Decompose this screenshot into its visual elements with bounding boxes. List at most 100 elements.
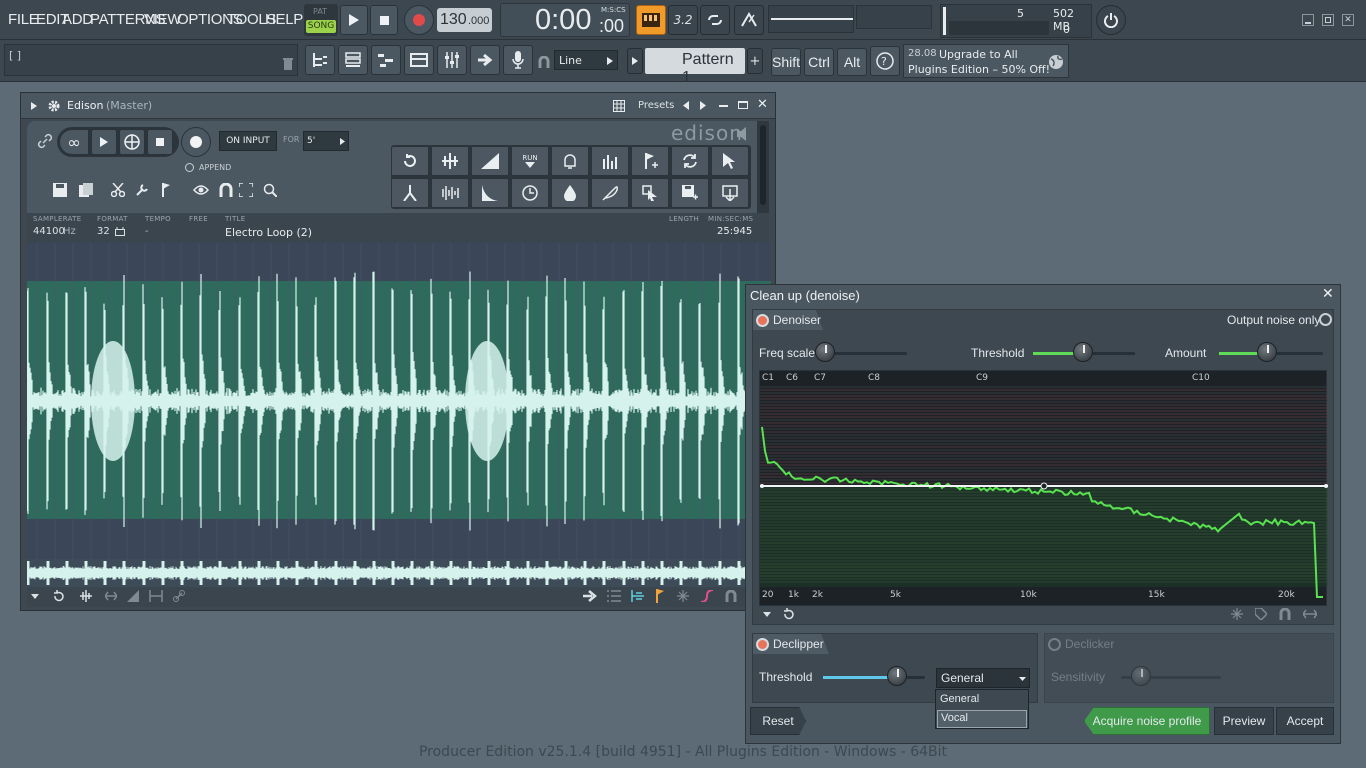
magnet-icon[interactable] (725, 590, 737, 602)
fit-icon[interactable] (239, 183, 253, 197)
shift-button[interactable]: Shift (771, 48, 801, 76)
scrollbar-thumb[interactable] (760, 125, 766, 205)
select-tool-button[interactable] (711, 146, 749, 176)
for-select[interactable]: 5' (303, 131, 349, 151)
grid-icon[interactable] (613, 100, 625, 112)
noise-spectrum[interactable]: C1 C6 C7 C8 C9 C10 20 1k 2k 5k 10k 15k 2… (759, 370, 1328, 606)
maximize-icon[interactable] (738, 101, 748, 109)
marker-icon[interactable] (161, 183, 171, 197)
save-icon[interactable] (53, 183, 67, 197)
loop-button[interactable]: ∞ (59, 129, 89, 155)
reset-button[interactable]: Reset (750, 707, 806, 735)
accept-button[interactable]: Accept (1276, 707, 1334, 735)
loop-tool-button[interactable] (671, 146, 709, 176)
presets-label[interactable]: Presets (638, 100, 674, 111)
metronome-count-button[interactable]: 3.2 (668, 5, 698, 35)
master-volume-display[interactable] (768, 5, 854, 33)
snap-select[interactable]: Line (554, 50, 618, 70)
ramp-icon[interactable] (127, 590, 139, 602)
channel-rack-button[interactable] (338, 45, 368, 75)
browser-button[interactable] (404, 45, 434, 75)
chevron-down-icon[interactable] (31, 594, 39, 599)
maximize-button[interactable] (1322, 14, 1334, 26)
declicker-enable-toggle[interactable] (1048, 638, 1061, 651)
option-general[interactable]: General (940, 693, 979, 705)
trim-tool-button[interactable] (551, 146, 589, 176)
pattern-selector[interactable]: Pattern 1 (645, 48, 745, 86)
close-icon[interactable]: ✕ (1322, 286, 1334, 302)
freq-scale-knob[interactable] (815, 342, 835, 362)
help-button[interactable]: ? (870, 46, 900, 76)
normalize-tool-button[interactable] (431, 146, 469, 176)
magnet-icon[interactable] (1279, 608, 1291, 620)
minimize-button[interactable] (1302, 14, 1314, 26)
blur-tool-button[interactable] (551, 178, 589, 208)
record-button[interactable] (404, 5, 434, 35)
stretch-icon[interactable] (1303, 608, 1317, 620)
run-tool-button[interactable]: RUN (511, 146, 549, 176)
on-input-select[interactable]: ON INPUT (219, 131, 277, 151)
speaker-icon[interactable] (737, 127, 749, 141)
wrench-icon[interactable] (135, 183, 149, 197)
stop-button[interactable] (370, 5, 398, 35)
declick-tool-button[interactable] (431, 178, 469, 208)
chevron-down-icon[interactable] (763, 612, 771, 617)
close-app-button[interactable]: ✕ (1342, 14, 1354, 26)
fade-in-tool-button[interactable] (471, 146, 509, 176)
metronome-button[interactable] (734, 5, 764, 35)
time-display[interactable]: 0:00 :00 M:S:CS (500, 3, 630, 37)
edison-record-button[interactable] (181, 127, 211, 157)
list-icon[interactable] (607, 590, 621, 602)
output-noise-toggle[interactable] (1319, 313, 1332, 326)
scrub-button[interactable] (119, 129, 145, 155)
undo-icon[interactable] (783, 608, 795, 620)
tempo-map-icon[interactable] (631, 590, 645, 602)
scissors-icon[interactable] (111, 183, 125, 197)
declipper-threshold-knob[interactable] (887, 666, 907, 686)
time-tool-button[interactable] (511, 178, 549, 208)
panic-button[interactable] (1096, 5, 1126, 35)
link-icon[interactable] (37, 133, 53, 149)
tag-icon[interactable] (1255, 608, 1267, 620)
threshold-knob[interactable] (1073, 342, 1093, 362)
sensitivity-knob[interactable] (1131, 666, 1151, 686)
send-arrow-icon[interactable] (583, 590, 597, 602)
menu-file[interactable]: FILE (8, 11, 39, 28)
edison-titlebar[interactable]: Edison (Master) Presets ✕ (21, 93, 775, 119)
trim-region-icon[interactable] (105, 590, 117, 602)
reverse-tool-button[interactable] (391, 146, 429, 176)
minimize-icon[interactable] (719, 105, 728, 107)
copy-file-icon[interactable] (79, 183, 93, 197)
spread-tool-button[interactable] (391, 178, 429, 208)
equalize-tool-button[interactable] (591, 146, 629, 176)
waveform-area[interactable] (27, 243, 771, 559)
pat-song-toggle[interactable]: PAT SONG (304, 4, 338, 36)
chevron-right-icon[interactable] (31, 102, 37, 110)
declipper-threshold-slider[interactable] (823, 676, 925, 679)
envelope-curve-icon[interactable] (701, 590, 713, 602)
snap-magnet-icon[interactable] (219, 183, 233, 197)
playlist-button[interactable] (305, 45, 335, 75)
chevron-left-icon[interactable] (683, 101, 689, 110)
region-icon[interactable] (149, 590, 163, 602)
tempo-display[interactable]: 130 .000 (437, 8, 492, 32)
mixer-button[interactable] (437, 45, 467, 75)
link-chain-icon[interactable] (173, 590, 185, 602)
convolve-tool-button[interactable] (591, 178, 629, 208)
overview-strip[interactable] (27, 559, 771, 587)
denoiser-enable-toggle[interactable] (756, 314, 769, 327)
add-pattern-button[interactable]: + (747, 48, 763, 74)
typing-keyboard-button[interactable] (636, 5, 666, 35)
send-tool-button[interactable] (631, 178, 669, 208)
alt-button[interactable]: Alt (837, 48, 867, 76)
eye-icon[interactable] (193, 183, 209, 197)
amount-knob[interactable] (1257, 342, 1277, 362)
loop-record-button[interactable] (700, 5, 730, 35)
declipper-enable-toggle[interactable] (756, 638, 769, 651)
drag-tool-button[interactable] (711, 178, 749, 208)
gear-icon[interactable] (47, 99, 61, 113)
snap-wave-icon[interactable] (79, 590, 93, 602)
close-icon[interactable]: ✕ (757, 97, 768, 112)
preview-button[interactable]: Preview (1214, 707, 1274, 735)
snowflake-icon[interactable] (677, 590, 689, 602)
